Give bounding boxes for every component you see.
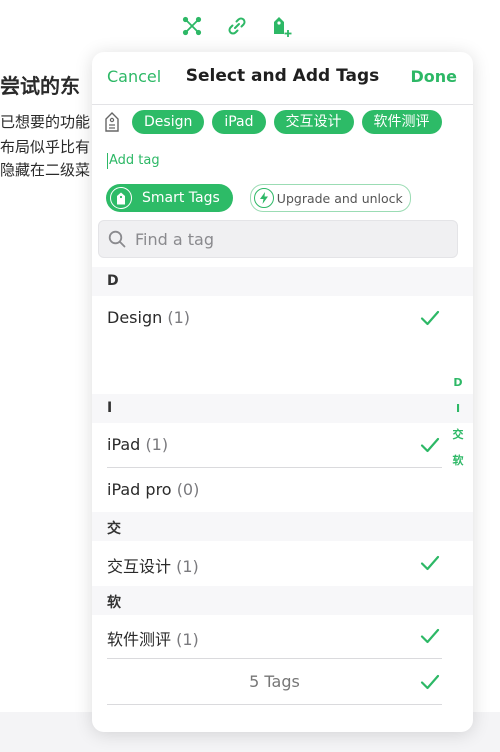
tag-count: (1) — [145, 435, 169, 454]
section-header: I — [92, 394, 473, 423]
done-button[interactable]: Done — [410, 67, 457, 86]
tag-row-design[interactable]: Design (1) — [92, 296, 473, 341]
tag-row-ipad-pro[interactable]: iPad pro (0) — [92, 468, 473, 513]
section-letter: D — [107, 273, 119, 289]
doc-heading: 尝试的东 — [0, 74, 80, 98]
row-divider — [107, 704, 442, 705]
smart-tags-row: Smart Tags Upgrade and unlock — [106, 184, 411, 212]
checkmark-icon — [420, 628, 440, 644]
section-header: D — [92, 267, 473, 296]
tag-name: 交互设计 — [107, 557, 172, 576]
graph-icon[interactable] — [180, 14, 204, 38]
selected-tag-chip[interactable]: 交互设计 — [273, 110, 354, 134]
section-letter: I — [107, 400, 113, 416]
tag-label: iPad (1) — [107, 435, 168, 454]
popover-header: Cancel Select and Add Tags Done — [92, 52, 473, 105]
section-letter: 交 — [107, 521, 121, 537]
add-tag-input[interactable]: Add tag — [107, 153, 160, 169]
tag-row-ipad[interactable]: iPad (1) — [92, 423, 473, 468]
lightning-icon — [253, 188, 274, 208]
tag-count: (1) — [176, 557, 199, 576]
index-item[interactable]: D — [448, 370, 468, 396]
tag-label: iPad pro (0) — [107, 480, 199, 499]
smart-tags-button[interactable]: Smart Tags — [106, 184, 233, 212]
tag-name: iPad — [107, 435, 141, 454]
section-index-bar[interactable]: D I 交 软 — [448, 370, 468, 474]
tag-count: (1) — [167, 308, 191, 327]
tag-label: 软件测评 (1) — [107, 626, 199, 650]
checkmark-icon — [420, 555, 440, 571]
index-item[interactable]: 交 — [448, 422, 468, 448]
doc-line: 隐藏在二级菜 — [0, 161, 91, 179]
tag-name: 软件测评 — [107, 630, 172, 649]
section-letter: 软 — [107, 595, 121, 611]
index-item[interactable]: I — [448, 396, 468, 422]
add-tag-icon[interactable] — [269, 14, 293, 38]
link-icon[interactable] — [225, 14, 249, 38]
tag-label: 交互设计 (1) — [107, 553, 199, 577]
tag-picker-popover: Cancel Select and Add Tags Done Design i… — [92, 52, 473, 732]
upgrade-label: Upgrade and unlock — [276, 190, 403, 206]
upgrade-button[interactable]: Upgrade and unlock — [249, 184, 411, 212]
checkmark-icon — [420, 437, 440, 453]
smart-tag-icon — [110, 187, 132, 209]
checkmark-icon — [420, 310, 440, 326]
selected-tag-chip[interactable]: 软件测评 — [361, 110, 442, 134]
selected-tags-row: Design iPad 交互设计 软件测评 — [104, 109, 450, 135]
doc-line: 已想要的功能 — [0, 113, 91, 131]
tag-name: Design — [107, 308, 163, 327]
search-field[interactable] — [98, 220, 458, 258]
index-item[interactable]: 软 — [448, 448, 468, 474]
selected-tag-chip[interactable]: iPad — [212, 110, 266, 134]
tag-count: (0) — [176, 480, 200, 499]
selected-tag-chip[interactable]: Design — [132, 110, 205, 134]
section-header: 交 — [92, 512, 473, 541]
section-header: 软 — [92, 586, 473, 615]
tag-count: (1) — [176, 630, 199, 649]
smart-tags-label: Smart Tags — [142, 190, 220, 206]
tags-summary-row[interactable]: 5 Tags — [92, 659, 473, 705]
tag-label: Design (1) — [107, 308, 190, 327]
search-icon — [108, 230, 126, 248]
tags-count-label: 5 Tags — [249, 672, 300, 691]
tag-row-interaction-design[interactable]: 交互设计 (1) — [92, 541, 473, 586]
checkmark-icon — [420, 674, 440, 690]
tag-name: iPad pro — [107, 480, 172, 499]
doc-line: 布局似乎比有 — [0, 138, 91, 156]
tag-row-software-review[interactable]: 软件测评 (1) — [92, 614, 473, 659]
search-input[interactable] — [133, 228, 437, 250]
tag-icon — [104, 111, 122, 133]
